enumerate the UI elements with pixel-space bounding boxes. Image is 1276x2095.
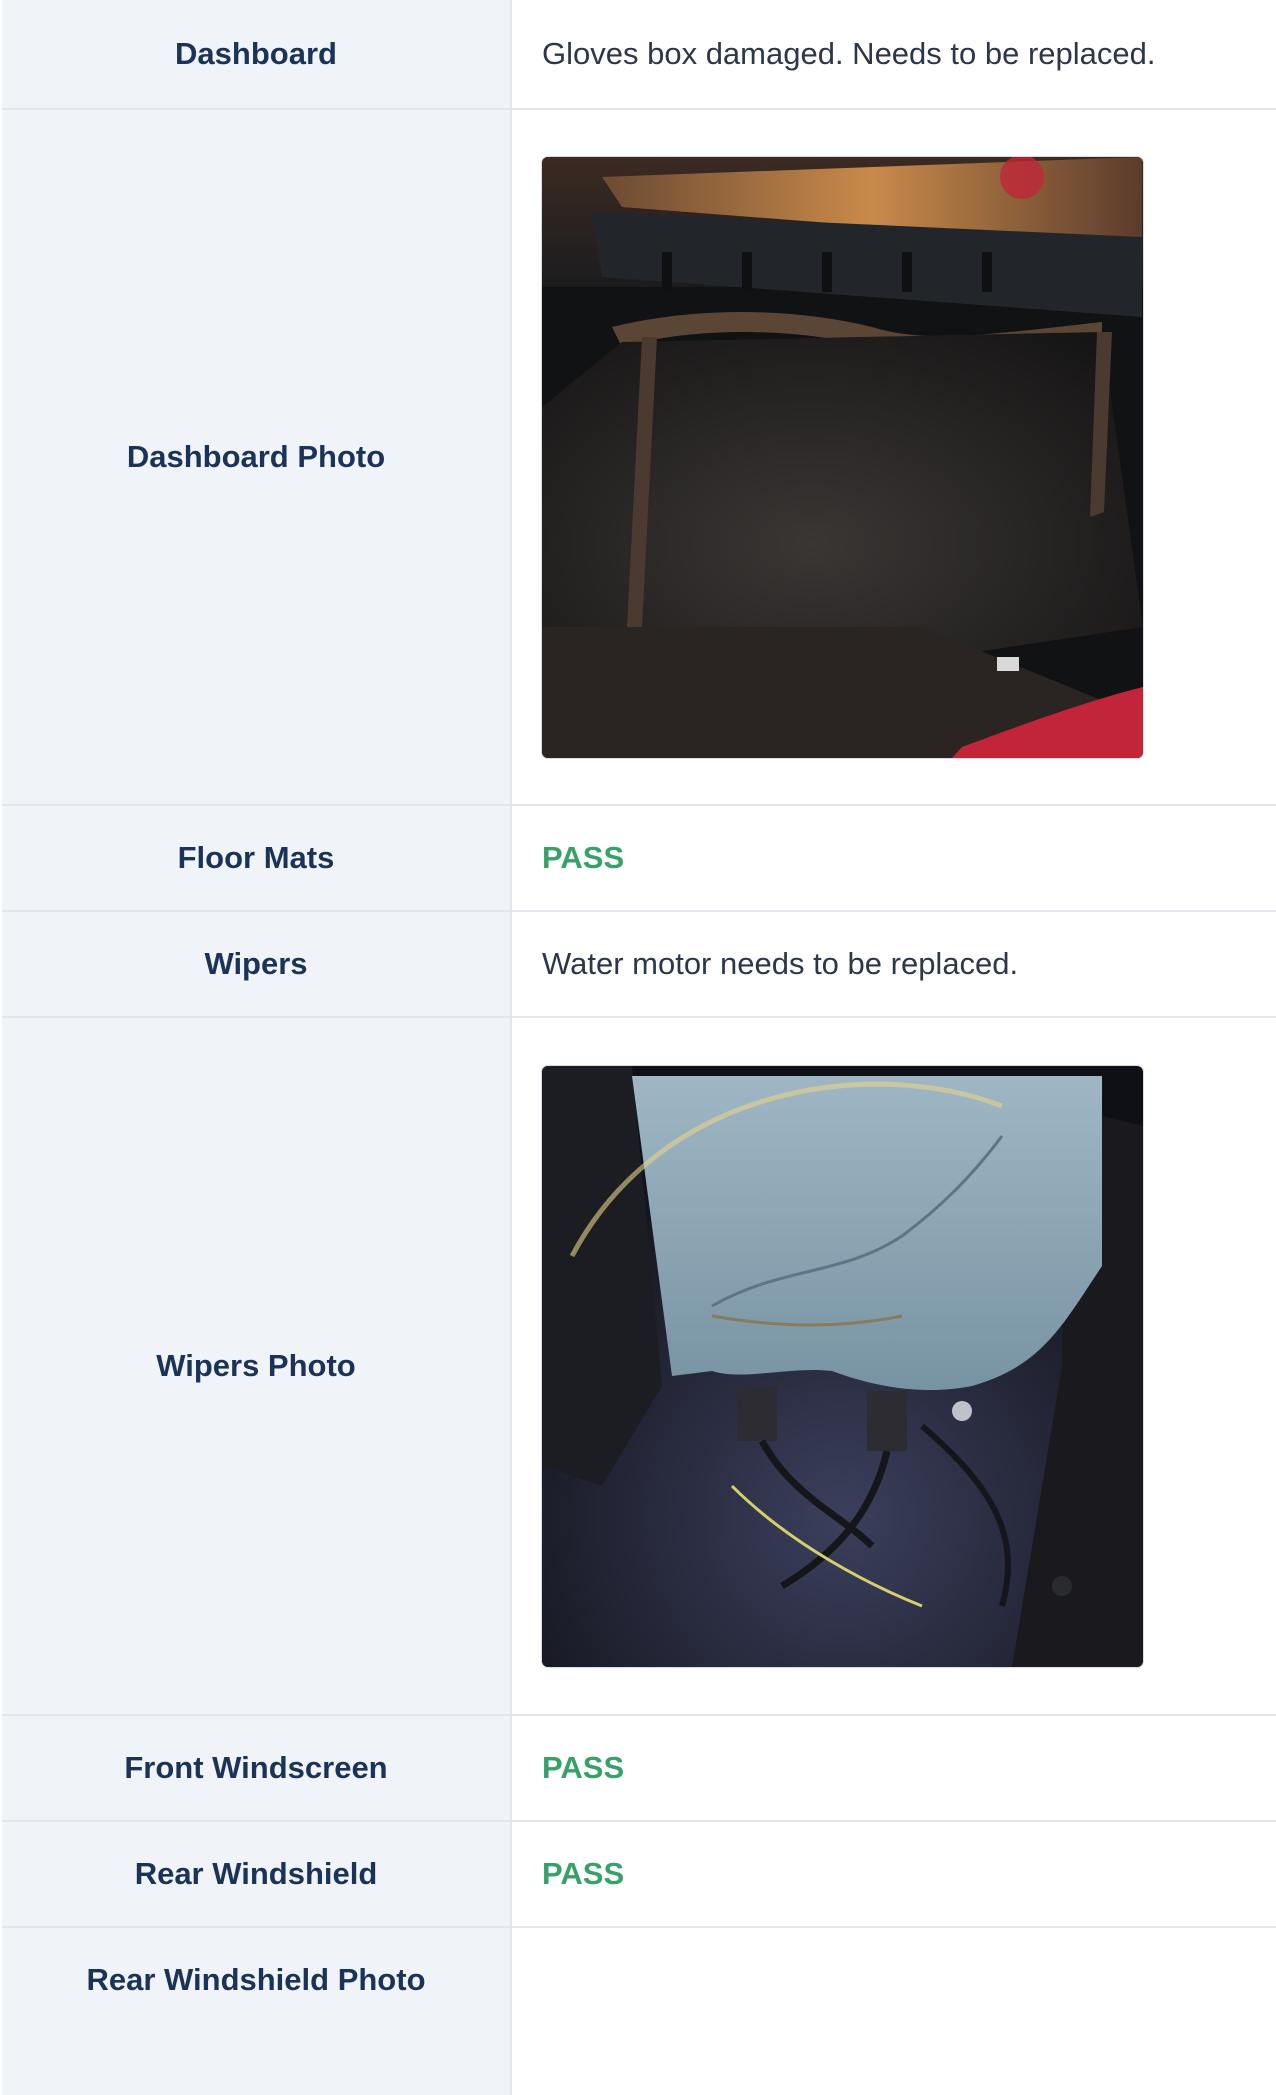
status-pass: PASS xyxy=(542,1856,625,1891)
row-label: Front Windscreen xyxy=(124,1750,388,1785)
table-row-dashboard-photo: Dashboard Photo xyxy=(2,110,1276,806)
value-cell: Gloves box damaged. Needs to be replaced… xyxy=(512,0,1276,108)
label-cell: Dashboard Photo xyxy=(2,110,512,804)
status-pass: PASS xyxy=(542,1750,625,1785)
table-row-front-windscreen: Front Windscreen PASS xyxy=(2,1716,1276,1822)
value-cell: PASS xyxy=(512,806,1276,910)
row-label: Wipers xyxy=(204,946,308,981)
table-row-floor-mats: Floor Mats PASS xyxy=(2,806,1276,912)
label-cell: Wipers xyxy=(2,912,512,1016)
washer-reservoir-image xyxy=(542,1065,1143,1667)
row-value: Water motor needs to be replaced. xyxy=(542,946,1019,981)
table-row-wipers-photo: Wipers Photo xyxy=(2,1018,1276,1716)
row-label: Dashboard Photo xyxy=(126,439,386,474)
value-cell: Water motor needs to be replaced. xyxy=(512,912,1276,1016)
label-cell: Rear Windshield xyxy=(2,1822,512,1926)
inspection-table: Dashboard Gloves box damaged. Needs to b… xyxy=(0,0,1276,2095)
value-cell xyxy=(512,1928,1276,2095)
label-cell: Rear Windshield Photo xyxy=(2,1928,512,2095)
row-label: Wipers Photo xyxy=(156,1348,356,1383)
table-row-rear-windshield-photo: Rear Windshield Photo xyxy=(2,1928,1276,2095)
row-label: Rear Windshield Photo xyxy=(86,1962,426,1997)
label-cell: Floor Mats xyxy=(2,806,512,910)
table-row-dashboard: Dashboard Gloves box damaged. Needs to b… xyxy=(2,0,1276,110)
glove-box-photo[interactable] xyxy=(542,156,1143,758)
value-cell: PASS xyxy=(512,1822,1276,1926)
status-pass: PASS xyxy=(542,840,625,875)
label-cell: Dashboard xyxy=(2,0,512,108)
value-cell xyxy=(512,110,1276,804)
row-label: Rear Windshield xyxy=(134,1856,378,1891)
value-cell: PASS xyxy=(512,1716,1276,1820)
label-cell: Wipers Photo xyxy=(2,1018,512,1714)
washer-reservoir-photo[interactable] xyxy=(542,1065,1143,1667)
table-row-rear-windshield: Rear Windshield PASS xyxy=(2,1822,1276,1928)
row-label: Floor Mats xyxy=(177,840,335,875)
label-cell: Front Windscreen xyxy=(2,1716,512,1820)
glove-box-image xyxy=(542,156,1143,758)
table-row-wipers: Wipers Water motor needs to be replaced. xyxy=(2,912,1276,1018)
row-label: Dashboard xyxy=(175,36,337,71)
value-cell xyxy=(512,1018,1276,1714)
row-value: Gloves box damaged. Needs to be replaced… xyxy=(542,36,1156,71)
